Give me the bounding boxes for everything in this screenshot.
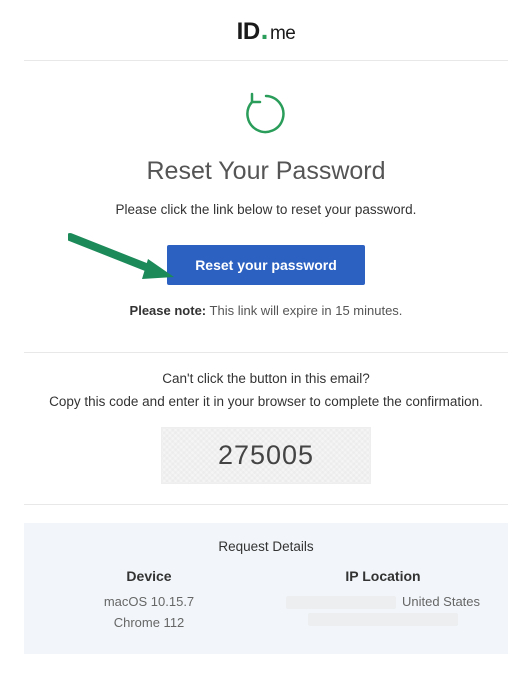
device-browser: Chrome 112 (42, 613, 256, 634)
divider (24, 352, 508, 353)
device-column: Device macOS 10.15.7 Chrome 112 (42, 568, 256, 634)
reset-password-button[interactable]: Reset your password (167, 245, 365, 285)
page-heading: Reset Your Password (24, 157, 508, 186)
reset-circle-icon (241, 89, 291, 139)
request-details-panel: Request Details Device macOS 10.15.7 Chr… (24, 523, 508, 654)
callout-arrow-icon (68, 231, 178, 290)
ip-column: IP Location United States (276, 568, 490, 634)
details-title: Request Details (42, 539, 490, 554)
expiry-note: Please note: This link will expire in 15… (24, 303, 508, 318)
note-text: This link will expire in 15 minutes. (206, 303, 402, 318)
main-section: Reset Your Password Please click the lin… (0, 61, 532, 352)
logo-id: ID (237, 18, 260, 46)
divider-2 (24, 504, 508, 505)
alternate-section: Can't click the button in this email? Co… (0, 371, 532, 484)
details-grid: Device macOS 10.15.7 Chrome 112 IP Locat… (42, 568, 490, 634)
alt-line2: Copy this code and enter it in your brow… (24, 394, 508, 409)
confirmation-code: 275005 (161, 427, 371, 484)
idme-logo: ID.me (237, 18, 296, 46)
device-header: Device (42, 568, 256, 584)
ip-row-2 (276, 613, 490, 626)
note-bold: Please note: (130, 303, 207, 318)
logo-me: me (270, 23, 295, 45)
alt-line1: Can't click the button in this email? (24, 371, 508, 386)
ip-header: IP Location (276, 568, 490, 584)
device-os: macOS 10.15.7 (42, 592, 256, 613)
instruction-text: Please click the link below to reset you… (24, 202, 508, 217)
email-container: ID.me Reset Your Password Please click t… (0, 0, 532, 654)
redacted-ip (286, 596, 396, 609)
ip-row-1: United States (276, 592, 490, 613)
redacted-location (308, 613, 458, 626)
button-row: Reset your password (24, 245, 508, 285)
ip-country: United States (402, 592, 480, 613)
header: ID.me (24, 0, 508, 61)
